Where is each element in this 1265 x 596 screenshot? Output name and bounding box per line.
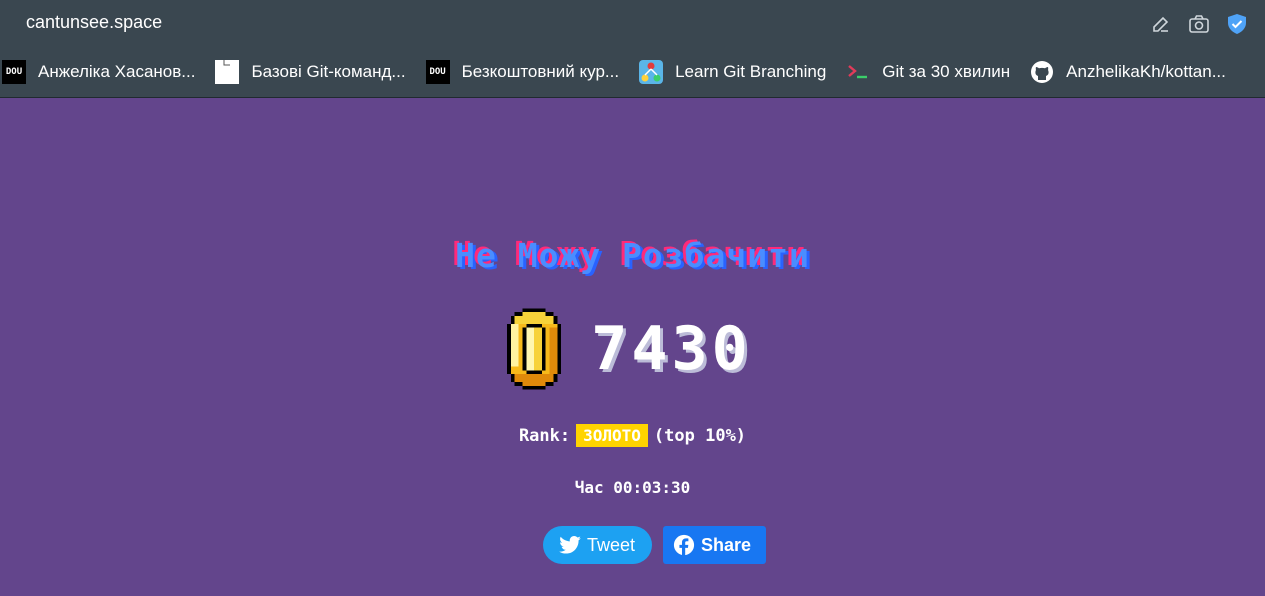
bookmark-item[interactable]: DOU Анжеліка Хасанов... — [0, 56, 195, 88]
bookmark-label: Базові Git-команд... — [251, 62, 406, 81]
git-branching-icon — [639, 60, 664, 84]
url-text[interactable]: cantunsee.space — [26, 12, 162, 33]
bookmark-item[interactable]: Базові Git-команд... — [213, 56, 406, 88]
dou-icon: DOU — [2, 60, 26, 84]
time-row: Час 00:03:30 — [0, 478, 1265, 497]
share-buttons: Tweet Share — [0, 526, 1265, 564]
score-value: 7430 — [591, 314, 752, 384]
coin-icon — [507, 308, 562, 390]
bookmark-item[interactable]: AnzhelikaKh/kottan... — [1028, 56, 1226, 88]
document-icon — [215, 60, 240, 84]
bookmark-label: Git за 30 хвилин — [882, 62, 1011, 81]
toolbar-icons — [1149, 12, 1249, 36]
bookmarks-bar: DOU Анжеліка Хасанов... Базові Git-коман… — [0, 56, 1244, 88]
tweet-label: Tweet — [587, 534, 636, 555]
bookmark-label: Безкоштовний кур... — [461, 62, 620, 81]
score-row: 7430 — [0, 306, 1265, 392]
bookmark-item[interactable]: Git за 30 хвилин — [844, 56, 1010, 88]
rank-suffix: (top 10%) — [653, 426, 747, 446]
share-label: Share — [701, 534, 752, 555]
edit-icon[interactable] — [1149, 12, 1173, 36]
bookmark-item[interactable]: DOU Безкоштовний кур... — [424, 56, 620, 88]
shield-check-icon[interactable] — [1225, 12, 1249, 36]
github-icon — [1030, 60, 1054, 84]
bookmark-label: Анжеліка Хасанов... — [38, 62, 196, 81]
facebook-icon — [673, 534, 695, 556]
bookmark-label: AnzhelikaKh/kottan... — [1066, 62, 1226, 81]
bookmark-item[interactable]: Learn Git Branching — [637, 56, 826, 88]
browser-toolbar: cantunsee.space DOU Анжеліка Хасанов... … — [0, 0, 1265, 98]
time-label: Час — [574, 478, 604, 497]
rank-badge: ЗОЛОТО — [576, 424, 648, 447]
rank-row: Rank: ЗОЛОТО (top 10%) — [0, 424, 1265, 447]
time-value: 00:03:30 — [613, 478, 691, 497]
tweet-button[interactable]: Tweet — [543, 526, 652, 564]
bookmark-label: Learn Git Branching — [675, 62, 827, 81]
share-button[interactable]: Share — [663, 526, 766, 564]
game-title: Не Можу Розбачити — [455, 236, 810, 275]
camera-icon[interactable] — [1187, 12, 1211, 36]
dou-icon: DOU — [425, 60, 450, 84]
twitter-icon — [559, 536, 581, 554]
terminal-icon — [846, 60, 870, 84]
game-over-screen: Не Можу Розбачити 7430 Rank: ЗОЛОТО (top… — [0, 98, 1265, 596]
rank-label: Rank: — [518, 426, 571, 446]
